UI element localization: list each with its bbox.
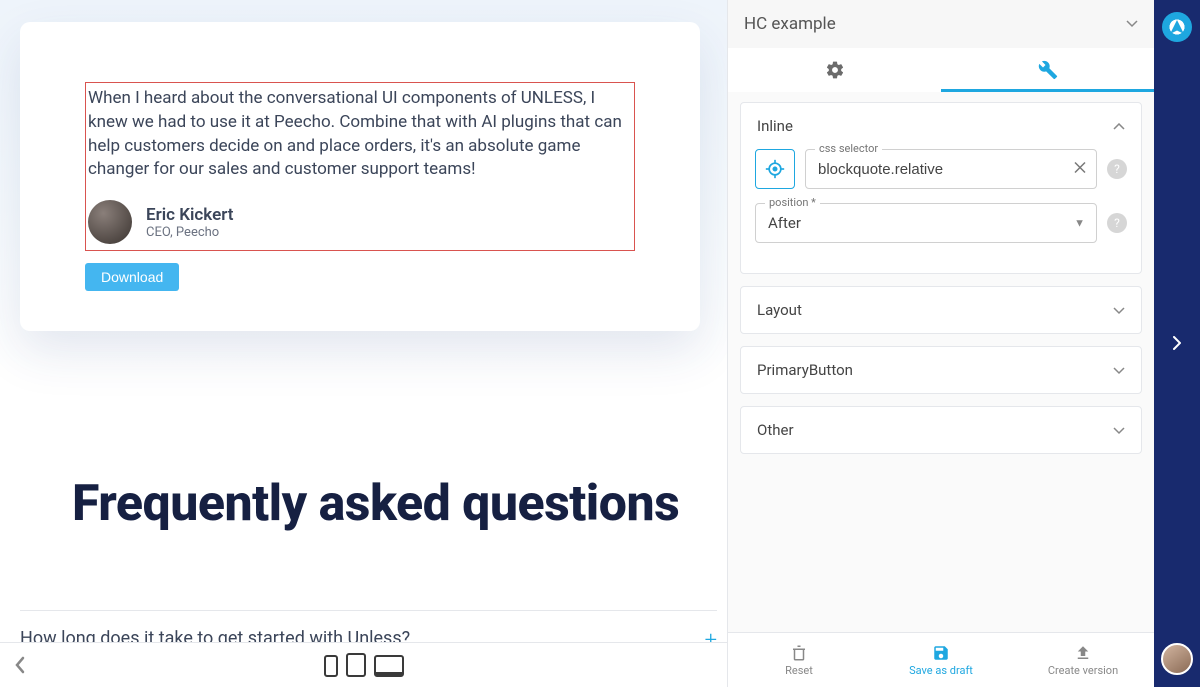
chevron-down-icon: [1113, 361, 1125, 379]
panel-header[interactable]: HC example: [728, 0, 1154, 48]
reset-label: Reset: [785, 664, 813, 677]
app-logo-button[interactable]: [1162, 12, 1192, 42]
testimonial-text: When I heard about the conversational UI…: [88, 87, 628, 182]
trash-icon: [790, 644, 808, 662]
create-version-button[interactable]: Create version: [1012, 633, 1154, 687]
section-title: PrimaryButton: [757, 361, 853, 379]
chevron-down-icon: [1113, 421, 1125, 439]
preview-area: When I heard about the conversational UI…: [0, 0, 727, 687]
save-icon: [932, 644, 950, 662]
target-selector-button[interactable]: [755, 149, 795, 189]
section-primary-button: PrimaryButton: [740, 346, 1142, 394]
user-avatar-button[interactable]: [1161, 643, 1193, 675]
reset-button[interactable]: Reset: [728, 633, 870, 687]
faq-question[interactable]: How long does it take to get started wit…: [20, 628, 717, 642]
testimonial-card: When I heard about the conversational UI…: [20, 22, 700, 331]
device-toggles: [324, 653, 404, 677]
back-button[interactable]: [0, 656, 40, 674]
save-draft-button[interactable]: Save as draft: [870, 633, 1012, 687]
section-primary-button-header[interactable]: PrimaryButton: [741, 347, 1141, 393]
wrench-icon: [1038, 60, 1058, 80]
panel-footer: Reset Save as draft Create version: [728, 632, 1154, 687]
css-selector-input[interactable]: [805, 149, 1097, 189]
preview-content: When I heard about the conversational UI…: [0, 0, 727, 642]
position-value: After: [768, 214, 801, 232]
section-inline: Inline css selector: [740, 102, 1142, 274]
selected-element-highlight[interactable]: When I heard about the conversational UI…: [85, 82, 635, 251]
section-other: Other: [740, 406, 1142, 454]
clear-input-button[interactable]: [1073, 160, 1087, 179]
plus-icon[interactable]: +: [705, 628, 717, 642]
panel-tabs: [728, 48, 1154, 92]
create-version-label: Create version: [1048, 664, 1118, 677]
section-title: Inline: [757, 117, 793, 135]
tab-tools[interactable]: [941, 48, 1154, 92]
crosshair-icon: [765, 159, 785, 179]
faq-question-text: How long does it take to get started wit…: [20, 628, 410, 642]
caret-down-icon: ▼: [1074, 217, 1085, 230]
author-name: Eric Kickert: [146, 205, 233, 225]
preview-bottom-bar: [0, 642, 727, 687]
logo-icon: [1170, 20, 1184, 34]
css-selector-label: css selector: [815, 142, 882, 155]
section-layout-header[interactable]: Layout: [741, 287, 1141, 333]
panel-title: HC example: [744, 14, 836, 34]
download-button[interactable]: Download: [85, 263, 179, 291]
author-title: CEO, Peecho: [146, 225, 233, 240]
position-select[interactable]: After: [755, 203, 1097, 243]
right-rail: [1154, 0, 1200, 687]
device-desktop-button[interactable]: [374, 655, 404, 677]
help-icon[interactable]: ?: [1107, 159, 1127, 179]
faq-heading: Frequently asked questions: [72, 475, 679, 533]
gear-icon: [825, 60, 845, 80]
help-icon[interactable]: ?: [1107, 213, 1127, 233]
section-title: Other: [757, 421, 794, 439]
section-title: Layout: [757, 301, 802, 319]
config-panel: HC example Inline: [727, 0, 1154, 687]
panel-body: Inline css selector: [728, 92, 1154, 632]
section-layout: Layout: [740, 286, 1142, 334]
device-phone-button[interactable]: [324, 655, 338, 677]
section-inline-header[interactable]: Inline: [741, 103, 1141, 149]
tab-settings[interactable]: [728, 48, 941, 92]
author-row: Eric Kickert CEO, Peecho: [88, 200, 628, 244]
device-tablet-button[interactable]: [346, 653, 366, 677]
chevron-down-icon: [1113, 301, 1125, 319]
chevron-down-icon[interactable]: [1126, 16, 1138, 32]
chevron-up-icon: [1113, 117, 1125, 135]
section-other-header[interactable]: Other: [741, 407, 1141, 453]
avatar: [88, 200, 132, 244]
position-label: position *: [765, 196, 820, 209]
upload-icon: [1074, 644, 1092, 662]
save-draft-label: Save as draft: [909, 664, 973, 677]
expand-rail-button[interactable]: [1173, 336, 1181, 354]
divider: [20, 610, 717, 611]
